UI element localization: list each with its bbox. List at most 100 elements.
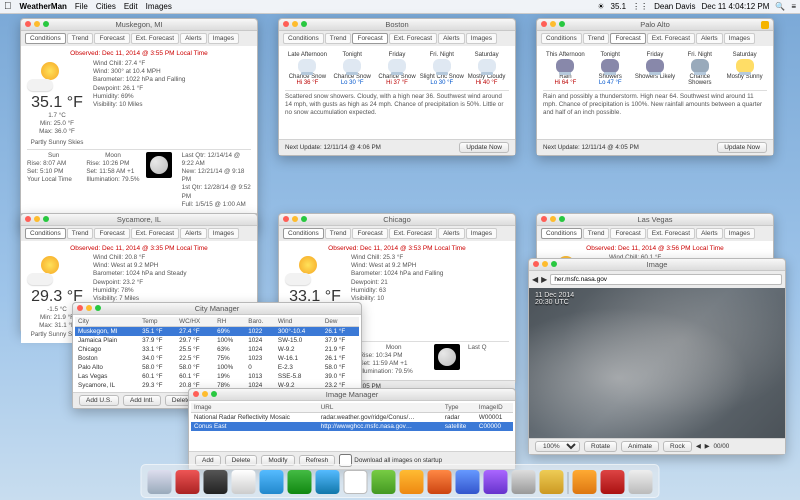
tab-alerts[interactable]: Alerts bbox=[180, 228, 207, 239]
menubar-user[interactable]: Dean Davis bbox=[654, 2, 695, 11]
tab-ext-forecast[interactable]: Ext. Forecast bbox=[647, 33, 695, 44]
tab-ext-forecast[interactable]: Ext. Forecast bbox=[389, 228, 437, 239]
col-image[interactable]: Image bbox=[191, 403, 318, 413]
tab-conditions[interactable]: Conditions bbox=[283, 33, 324, 44]
menubar-wifi-icon[interactable]: ⋮⋮ bbox=[632, 2, 648, 11]
dock-trash[interactable] bbox=[629, 470, 653, 494]
add-us-button[interactable]: Add U.S. bbox=[79, 395, 119, 406]
tab-forecast[interactable]: Forecast bbox=[352, 228, 387, 239]
update-now-button[interactable]: Update Now bbox=[459, 142, 509, 153]
dock-numbers[interactable] bbox=[372, 470, 396, 494]
dock-weatherman[interactable] bbox=[540, 470, 564, 494]
titlebar[interactable]: Las Vegas bbox=[537, 214, 773, 226]
col-dew[interactable]: Dew bbox=[322, 317, 359, 327]
zoom-select[interactable]: 100% bbox=[535, 441, 580, 452]
table-row[interactable]: National Radar Reflectivity Mosaicradar.… bbox=[191, 413, 513, 423]
dock-app4[interactable] bbox=[456, 470, 480, 494]
tab-trend[interactable]: Trend bbox=[325, 33, 352, 44]
tab-alerts[interactable]: Alerts bbox=[180, 33, 207, 44]
tab-forecast[interactable]: Forecast bbox=[610, 33, 645, 44]
tab-images[interactable]: Images bbox=[724, 228, 755, 239]
table-row[interactable]: Palo Alto58.0 °F58.0 °F100%0E-2.358.0 °F bbox=[75, 363, 359, 372]
prev-frame-icon[interactable]: ◀ bbox=[696, 443, 701, 450]
tab-images[interactable]: Images bbox=[208, 33, 239, 44]
menu-cities[interactable]: Cities bbox=[96, 2, 116, 11]
update-now-button[interactable]: Update Now bbox=[717, 142, 767, 153]
dock-safari[interactable] bbox=[232, 470, 256, 494]
table-row[interactable]: Muskegon, MI35.1 °F27.4 °F69%1022300°-10… bbox=[75, 327, 359, 337]
menu-images[interactable]: Images bbox=[146, 2, 172, 11]
col-url[interactable]: URL bbox=[318, 403, 442, 413]
tab-conditions[interactable]: Conditions bbox=[283, 228, 324, 239]
window-controls[interactable] bbox=[541, 216, 565, 222]
table-row[interactable]: Boston34.0 °F22.5 °F75%1023W-16.126.1 °F bbox=[75, 354, 359, 363]
menu-edit[interactable]: Edit bbox=[124, 2, 138, 11]
dock-app5[interactable] bbox=[484, 470, 508, 494]
animate-button[interactable]: Animate bbox=[621, 441, 659, 452]
titlebar[interactable]: Chicago bbox=[279, 214, 515, 226]
tab-alerts[interactable]: Alerts bbox=[438, 33, 465, 44]
titlebar[interactable]: Palo Alto bbox=[537, 19, 773, 31]
tab-conditions[interactable]: Conditions bbox=[25, 228, 66, 239]
window-controls[interactable] bbox=[541, 21, 565, 27]
table-row[interactable]: Las Vegas60.1 °F60.1 °F19%1013SSE-5.839.… bbox=[75, 372, 359, 381]
col-baro[interactable]: Baro. bbox=[245, 317, 275, 327]
tab-conditions[interactable]: Conditions bbox=[541, 33, 582, 44]
col-rh[interactable]: RH bbox=[214, 317, 245, 327]
dock-appstore[interactable] bbox=[316, 470, 340, 494]
dock-launchpad[interactable] bbox=[176, 470, 200, 494]
tab-images[interactable]: Images bbox=[466, 33, 497, 44]
window-controls[interactable] bbox=[25, 21, 49, 27]
dock-kmkg[interactable] bbox=[601, 470, 625, 494]
window-controls[interactable] bbox=[193, 391, 217, 397]
window-controls[interactable] bbox=[25, 216, 49, 222]
tab-conditions[interactable]: Conditions bbox=[25, 33, 66, 44]
window-controls[interactable] bbox=[283, 216, 307, 222]
tab-forecast[interactable]: Forecast bbox=[610, 228, 645, 239]
titlebar[interactable]: Boston bbox=[279, 19, 515, 31]
col-type[interactable]: Type bbox=[442, 403, 476, 413]
dock-mail[interactable] bbox=[260, 470, 284, 494]
dock-calendar[interactable] bbox=[344, 470, 368, 494]
col-wind[interactable]: Wind bbox=[275, 317, 322, 327]
menu-file[interactable]: File bbox=[75, 2, 88, 11]
tab-images[interactable]: Images bbox=[466, 228, 497, 239]
tab-images[interactable]: Images bbox=[208, 228, 239, 239]
table-row[interactable]: Chicago33.1 °F25.5 °F63%1024W-9.221.9 °F bbox=[75, 345, 359, 354]
dock-system-prefs[interactable] bbox=[512, 470, 536, 494]
table-row[interactable]: Jamaica Plain37.9 °F29.7 °F100%1024SW-15… bbox=[75, 336, 359, 345]
tab-ext-forecast[interactable]: Ext. Forecast bbox=[389, 33, 437, 44]
tab-alerts[interactable]: Alerts bbox=[696, 228, 723, 239]
col-wc[interactable]: WC/HX bbox=[176, 317, 214, 327]
titlebar[interactable]: Muskegon, MI bbox=[21, 19, 257, 31]
alert-indicator-icon[interactable] bbox=[761, 21, 769, 29]
tab-forecast[interactable]: Forecast bbox=[352, 33, 387, 44]
add-intl-button[interactable]: Add Intl. bbox=[123, 395, 161, 406]
window-controls[interactable] bbox=[77, 305, 101, 311]
col-imageid[interactable]: ImageID bbox=[476, 403, 513, 413]
tab-trend[interactable]: Trend bbox=[583, 228, 610, 239]
back-icon[interactable]: ◀ bbox=[532, 275, 538, 284]
notification-icon[interactable]: ≡ bbox=[791, 2, 796, 11]
tab-alerts[interactable]: Alerts bbox=[696, 33, 723, 44]
menubar-weather-icon[interactable]: ☀ bbox=[597, 2, 604, 11]
tab-trend[interactable]: Trend bbox=[67, 33, 94, 44]
tab-images[interactable]: Images bbox=[724, 33, 755, 44]
tab-trend[interactable]: Trend bbox=[583, 33, 610, 44]
tab-forecast[interactable]: Forecast bbox=[94, 33, 129, 44]
spotlight-icon[interactable]: 🔍 bbox=[775, 2, 785, 11]
titlebar[interactable]: City Manager bbox=[73, 303, 361, 315]
window-controls[interactable] bbox=[283, 21, 307, 27]
satellite-image[interactable]: 11 Dec 201420:30 UTC bbox=[529, 288, 785, 438]
dock-finder[interactable] bbox=[148, 470, 172, 494]
tab-ext-forecast[interactable]: Ext. Forecast bbox=[131, 228, 179, 239]
dock-app[interactable] bbox=[204, 470, 228, 494]
table-row[interactable]: Conus Easthttp://wwwghcc.msfc.nasa.gov…s… bbox=[191, 422, 513, 431]
col-city[interactable]: City bbox=[75, 317, 139, 327]
dock-messages[interactable] bbox=[288, 470, 312, 494]
tab-ext-forecast[interactable]: Ext. Forecast bbox=[131, 33, 179, 44]
dock-app3[interactable] bbox=[428, 470, 452, 494]
next-frame-icon[interactable]: ▶ bbox=[705, 443, 710, 450]
titlebar[interactable]: Sycamore, IL bbox=[21, 214, 257, 226]
tab-alerts[interactable]: Alerts bbox=[438, 228, 465, 239]
